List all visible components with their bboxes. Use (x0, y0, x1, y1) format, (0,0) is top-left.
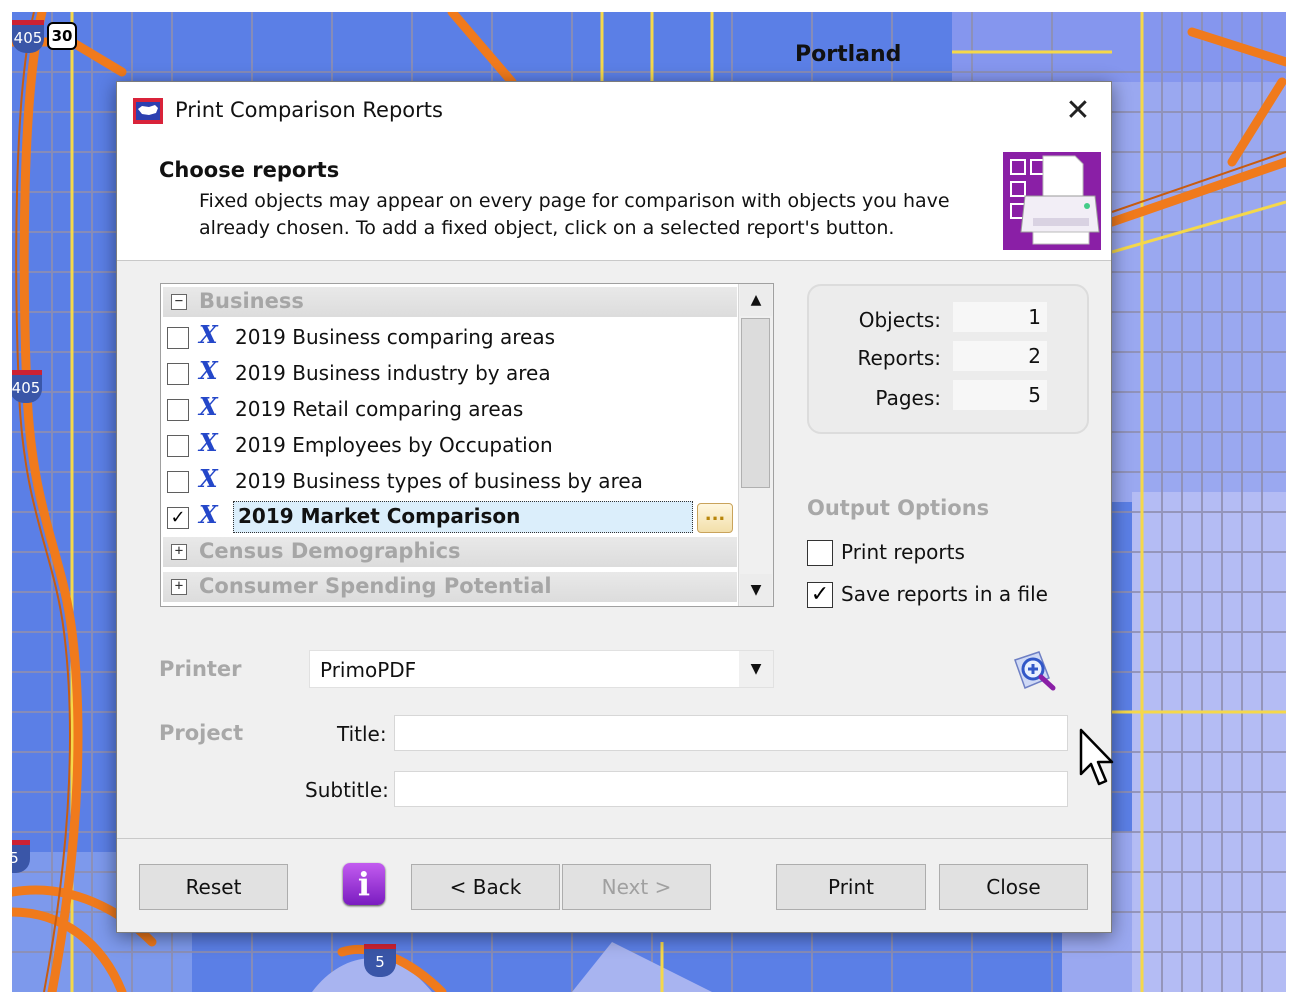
printer-dropdown[interactable]: PrimoPDF ▼ (309, 650, 774, 688)
report-label: 2019 Retail comparing areas (235, 397, 524, 421)
header-heading: Choose reports (159, 158, 340, 182)
report-label: 2019 Business industry by area (235, 361, 551, 385)
print-reports-checkbox[interactable] (807, 540, 833, 566)
objects-label: Objects: (858, 308, 941, 332)
report-checkbox[interactable] (167, 363, 189, 385)
pages-label: Pages: (875, 386, 941, 410)
report-x-icon: X (199, 500, 218, 529)
report-label: 2019 Market Comparison (233, 501, 693, 533)
report-checkbox-checked[interactable]: ✓ (167, 507, 189, 529)
printer-report-icon (1003, 152, 1101, 250)
title-field-label: Title: (337, 722, 387, 746)
header-description: Fixed objects may appear on every page f… (199, 190, 950, 239)
expand-icon[interactable]: + (171, 544, 187, 560)
tree-group-census[interactable]: + Census Demographics (163, 537, 737, 567)
save-file-label: Save reports in a file (841, 582, 1048, 606)
subtitle-field-label: Subtitle: (305, 778, 389, 802)
title-input[interactable] (394, 715, 1068, 751)
print-comparison-dialog: Print Comparison Reports ✕ Choose report… (116, 81, 1112, 933)
tree-scrollbar[interactable]: ▲ ▼ (738, 284, 773, 606)
tree-group-business[interactable]: − Business (163, 287, 737, 317)
report-item[interactable]: X 2019 Business industry by area (163, 355, 737, 391)
dialog-header: Choose reports Fixed objects may appear … (117, 140, 1111, 261)
scroll-up-icon[interactable]: ▲ (740, 284, 772, 316)
expand-icon[interactable]: + (171, 579, 187, 595)
collapse-icon[interactable]: − (171, 294, 187, 310)
interstate-shield: 5 (364, 944, 396, 977)
report-checkbox[interactable] (167, 435, 189, 457)
group-label: Business (199, 289, 304, 313)
reports-value: 2 (953, 341, 1047, 371)
info-icon[interactable]: i (343, 863, 385, 905)
map-city-label: Portland (795, 42, 902, 67)
scroll-thumb[interactable] (741, 318, 770, 488)
report-checkbox[interactable] (167, 399, 189, 421)
report-x-icon: X (199, 356, 218, 385)
report-label: 2019 Business comparing areas (235, 325, 555, 349)
app-map-icon (133, 98, 163, 124)
fixed-object-button[interactable]: ... (697, 503, 733, 533)
reports-label: Reports: (857, 346, 941, 370)
group-label: Census Demographics (199, 539, 461, 563)
report-checkbox[interactable] (167, 471, 189, 493)
group-label: Consumer Spending Potential (199, 574, 552, 598)
report-item[interactable]: X 2019 Business types of business by are… (163, 463, 737, 499)
next-button[interactable]: Next > (562, 864, 711, 910)
subtitle-input[interactable] (394, 771, 1068, 807)
printer-label: Printer (159, 657, 242, 681)
print-button[interactable]: Print (776, 864, 926, 910)
output-options-heading: Output Options (807, 496, 990, 520)
report-item[interactable]: X 2019 Business comparing areas (163, 319, 737, 355)
title-bar[interactable]: Print Comparison Reports ✕ (117, 82, 1111, 140)
us-route-shield: 30 (47, 22, 77, 50)
close-button[interactable]: Close (939, 864, 1088, 910)
interstate-shield: 405 (12, 20, 44, 53)
report-x-icon: X (199, 428, 218, 457)
reports-tree[interactable]: − Business X 2019 Business comparing are… (160, 283, 774, 607)
close-icon[interactable]: ✕ (1061, 94, 1095, 128)
scroll-down-icon[interactable]: ▼ (740, 574, 772, 606)
preview-magnifier-icon[interactable] (1013, 650, 1059, 692)
tree-group-consumer[interactable]: + Consumer Spending Potential (163, 572, 737, 602)
report-x-icon: X (199, 464, 218, 493)
report-label: 2019 Business types of business by area (235, 469, 643, 493)
dialog-title: Print Comparison Reports (175, 98, 443, 122)
report-checkbox[interactable] (167, 327, 189, 349)
project-label: Project (159, 721, 244, 745)
stats-panel: Objects: 1 Reports: 2 Pages: 5 (807, 284, 1089, 434)
dropdown-arrow-icon[interactable]: ▼ (739, 651, 773, 687)
mouse-cursor-icon (1079, 728, 1114, 786)
report-item[interactable]: X 2019 Retail comparing areas (163, 391, 737, 427)
printer-value: PrimoPDF (320, 658, 417, 682)
report-label: 2019 Employees by Occupation (235, 433, 553, 457)
reset-button[interactable]: Reset (139, 864, 288, 910)
report-item-selected[interactable]: ✓ X 2019 Market Comparison ... (163, 499, 737, 535)
report-item[interactable]: X 2019 Employees by Occupation (163, 427, 737, 463)
report-x-icon: X (199, 320, 218, 349)
interstate-shield: 405 (12, 370, 42, 403)
pages-value: 5 (953, 380, 1047, 410)
save-file-checkbox[interactable]: ✓ (807, 582, 833, 608)
objects-value: 1 (953, 302, 1047, 332)
report-x-icon: X (199, 392, 218, 421)
print-reports-label: Print reports (841, 540, 965, 564)
footer-divider (117, 838, 1111, 839)
back-button[interactable]: < Back (411, 864, 560, 910)
